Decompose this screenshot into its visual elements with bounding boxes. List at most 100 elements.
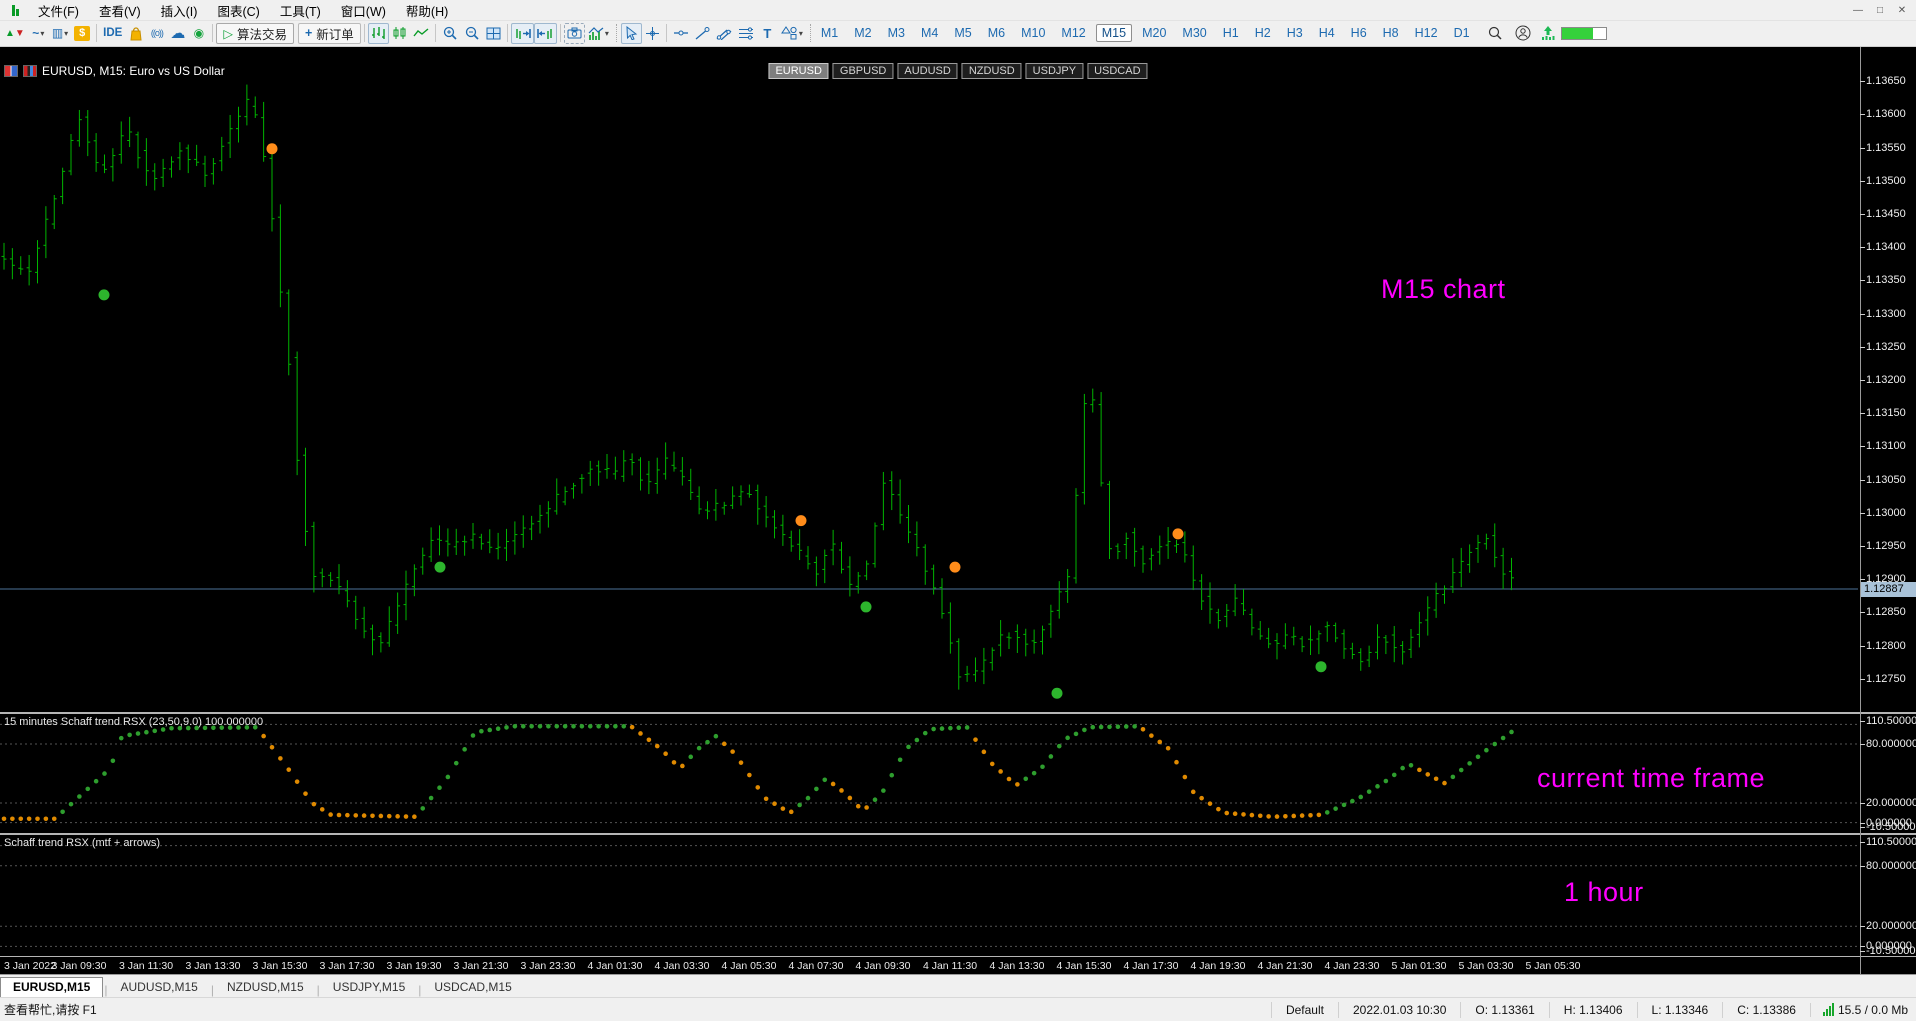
- maximize-button[interactable]: □: [1870, 2, 1890, 18]
- time-axis-label: 3 Jan 19:30: [386, 959, 442, 972]
- cloud-icon[interactable]: ☁: [167, 23, 188, 44]
- chart-title-bar: EURUSD, M15: Euro vs US Dollar: [4, 64, 225, 78]
- status-close: C: 1.13386: [1722, 1001, 1810, 1018]
- timeframe-button-d1[interactable]: D1: [1448, 24, 1476, 42]
- pane-separator[interactable]: [0, 832, 1916, 835]
- minimize-button[interactable]: —: [1848, 2, 1868, 18]
- pane-separator[interactable]: [0, 711, 1916, 714]
- menu-item-5[interactable]: 窗口(W): [331, 0, 396, 22]
- timeframe-button-m10[interactable]: M10: [1015, 24, 1051, 42]
- hline-tool-icon[interactable]: [670, 23, 692, 44]
- timeframe-button-m20[interactable]: M20: [1136, 24, 1172, 42]
- text-tool-icon[interactable]: T: [757, 23, 778, 44]
- fibonacci-tool-icon[interactable]: [735, 23, 757, 44]
- chart-tab-usdjpy[interactable]: USDJPY,M15: [321, 978, 417, 997]
- timeframe-button-h1[interactable]: H1: [1217, 24, 1245, 42]
- channel-tool-icon[interactable]: [713, 23, 735, 44]
- menu-item-4[interactable]: 工具(T): [270, 0, 331, 22]
- symbol-button-nzdusd[interactable]: NZDUSD: [961, 62, 1022, 79]
- buy-signal-dot: [1051, 687, 1063, 699]
- menu-item-3[interactable]: 图表(C): [207, 0, 269, 22]
- close-button[interactable]: ✕: [1892, 2, 1912, 18]
- price-axis-label: 1.13100: [1860, 440, 1906, 453]
- mt5-window: 文件(F) 查看(V) 插入(I) 图表(C) 工具(T) 窗口(W) 帮助(H) — □ …: [0, 0, 1916, 1021]
- chart-title: EURUSD, M15: Euro vs US Dollar: [42, 63, 225, 78]
- price-axis-label: 1.13400: [1860, 241, 1906, 254]
- timeframe-button-h2[interactable]: H2: [1249, 24, 1277, 42]
- timeframe-button-m6[interactable]: M6: [982, 24, 1011, 42]
- menu-item-1[interactable]: 查看(V): [89, 0, 151, 22]
- indicator2-scale-label: -10.500000: [1860, 945, 1916, 957]
- toolbar-separator: [363, 24, 365, 43]
- connection-status[interactable]: 15.5 / 0.0 Mb: [1809, 1002, 1916, 1017]
- menu-items: 文件(F) 查看(V) 插入(I) 图表(C) 工具(T) 窗口(W) 帮助(H): [28, 0, 458, 22]
- symbol-button-gbpusd[interactable]: GBPUSD: [832, 62, 894, 79]
- timeframe-button-h3[interactable]: H3: [1281, 24, 1309, 42]
- toolbar-separator: [434, 24, 436, 43]
- menu-item-2[interactable]: 插入(I): [151, 0, 208, 22]
- signal-bars-icon: [1822, 1003, 1834, 1017]
- timeframe-button-m5[interactable]: M5: [948, 24, 977, 42]
- broadcast-add-icon[interactable]: ◉: [188, 23, 209, 44]
- status-help-text: 查看帮忙,请按 F1: [4, 1003, 97, 1018]
- shapes-tool-icon[interactable]: ▾: [778, 23, 806, 44]
- timeframe-button-m3[interactable]: M3: [882, 24, 911, 42]
- symbol-button-eurusd[interactable]: EURUSD: [768, 62, 829, 79]
- cursor-icon[interactable]: [620, 22, 642, 44]
- menu-item-6[interactable]: 帮助(H): [396, 0, 458, 22]
- signals-icon[interactable]: ((o)): [146, 23, 167, 44]
- timeframe-button-m30[interactable]: M30: [1176, 24, 1212, 42]
- trendline-tool-icon[interactable]: [692, 23, 713, 44]
- timeframe-button-h4[interactable]: H4: [1313, 24, 1341, 42]
- auto-scroll-icon[interactable]: [533, 22, 557, 44]
- menu-item-0[interactable]: 文件(F): [28, 0, 89, 22]
- chart-profile-icon[interactable]: ▥ ▾: [49, 23, 71, 44]
- chart-tab-eurusd[interactable]: EURUSD,M15: [0, 977, 104, 998]
- timeframe-button-h8[interactable]: H8: [1377, 24, 1405, 42]
- bar-chart-style-icon[interactable]: [367, 22, 389, 44]
- account-icon[interactable]: [1512, 23, 1534, 44]
- screenshot-camera-icon[interactable]: [563, 22, 585, 44]
- timeframe-button-m1[interactable]: M1: [815, 24, 844, 42]
- symbol-button-usdjpy[interactable]: USDJPY: [1025, 62, 1084, 79]
- timeframe-button-m12[interactable]: M12: [1055, 24, 1091, 42]
- market-bag-icon[interactable]: [125, 23, 146, 44]
- zoom-in-icon[interactable]: [439, 23, 461, 44]
- line-style-icon[interactable]: [410, 23, 432, 44]
- indicators-icon[interactable]: ▾: [585, 23, 612, 44]
- zoom-out-icon[interactable]: [461, 23, 483, 44]
- pane-separator: [0, 955, 1916, 957]
- timeframe-button-m4[interactable]: M4: [915, 24, 944, 42]
- timeframe-button-m15[interactable]: M15: [1095, 24, 1133, 43]
- chart-window[interactable]: EURUSD, M15: Euro vs US Dollar EURUSD GBP…: [0, 46, 1916, 975]
- chart-tab-nzdusd[interactable]: NZDUSD,M15: [215, 978, 316, 997]
- dollar-icon[interactable]: $: [71, 23, 93, 44]
- symbol-search-icon[interactable]: [1484, 23, 1506, 44]
- ide-button[interactable]: IDE: [100, 23, 125, 44]
- timeframe-button-m2[interactable]: M2: [848, 24, 877, 42]
- crosshair-icon[interactable]: [642, 23, 663, 44]
- indicator2-label: Schaff trend RSX (mtf + arrows): [4, 836, 160, 849]
- algo-trading-button[interactable]: ▷ 算法交易: [216, 22, 294, 44]
- chart-tab-usdcad[interactable]: USDCAD,M15: [422, 978, 523, 997]
- chart-shift-icon[interactable]: [510, 22, 534, 44]
- new-order-button[interactable]: + 新订单: [297, 22, 361, 44]
- candlestick-style-icon[interactable]: [389, 23, 410, 44]
- chart-tab-audusd[interactable]: AUDUSD,M15: [108, 978, 209, 997]
- depth-of-market-icon[interactable]: [4, 64, 18, 77]
- timeframe-button-h6[interactable]: H6: [1345, 24, 1373, 42]
- price-axis-label: 1.13300: [1860, 307, 1906, 320]
- price-axis-label: 1.12850: [1860, 606, 1906, 619]
- market-watch-icon[interactable]: ▲ ▼: [2, 23, 28, 44]
- symbol-button-usdcad[interactable]: USDCAD: [1087, 62, 1148, 79]
- symbol-button-audusd[interactable]: AUDUSD: [897, 62, 958, 79]
- status-profile[interactable]: Default: [1270, 1001, 1338, 1018]
- current-price-badge: 1.12887: [1861, 581, 1916, 597]
- tile-windows-icon[interactable]: [483, 23, 504, 44]
- chart-type-icon[interactable]: [23, 64, 37, 77]
- timeframe-button-h12[interactable]: H12: [1409, 24, 1444, 42]
- time-axis-label: 4 Jan 03:30: [654, 959, 710, 972]
- profiles-icon[interactable]: ~ ▾: [28, 23, 49, 44]
- chart-plot[interactable]: [0, 47, 1860, 974]
- toolbar-separator: [506, 24, 508, 43]
